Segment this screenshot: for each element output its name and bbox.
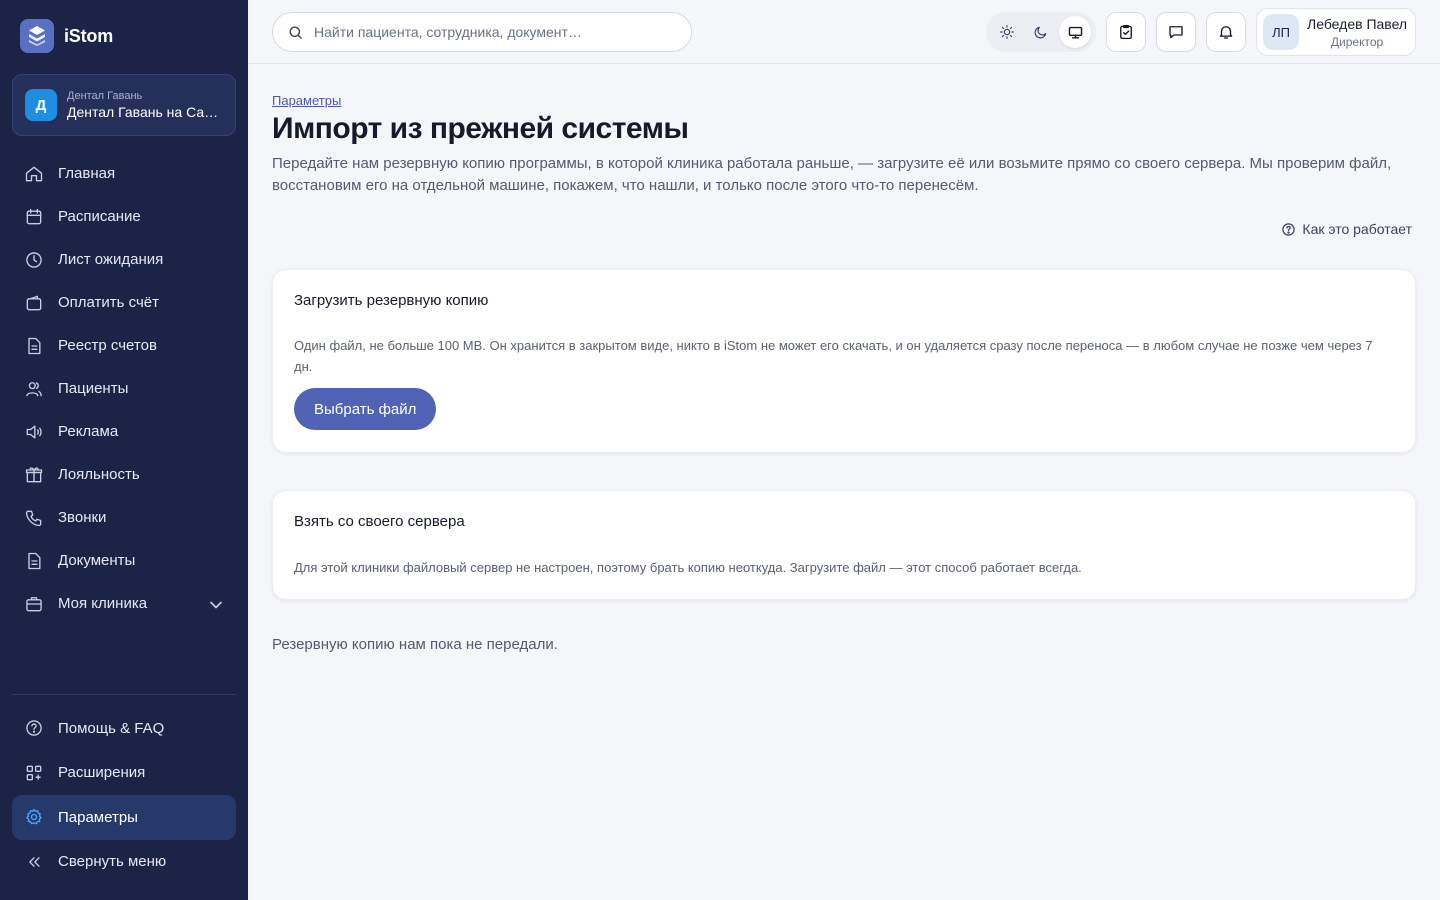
sidebar-bottom-nav: Помощь & FAQ Расширения Параметры Сверну… xyxy=(12,706,236,884)
sidebar-item-label: Свернуть меню xyxy=(58,853,167,871)
sidebar-item-label: Лист ожидания xyxy=(58,251,164,268)
breadcrumb[interactable]: Параметры xyxy=(272,93,341,108)
theme-switcher xyxy=(986,12,1096,52)
logo-icon xyxy=(20,19,54,53)
sidebar-item-help[interactable]: Помощь & FAQ xyxy=(12,706,236,751)
theme-dark-button[interactable] xyxy=(1025,16,1057,48)
monitor-icon xyxy=(1068,26,1082,39)
sidebar-item-label: Помощь & FAQ xyxy=(58,719,165,737)
collapse-icon xyxy=(29,856,40,867)
top-header: ЛП Лебедев Павел Директор xyxy=(248,0,1440,64)
sidebar-item-label: Расширения xyxy=(58,764,146,782)
sidebar-item-label: Расписание xyxy=(58,208,141,225)
sidebar-item-patients[interactable]: Пациенты xyxy=(12,367,236,410)
sidebar-item-label: Пациенты xyxy=(58,380,129,397)
upload-card-title: Загрузить резервную копию xyxy=(294,292,489,309)
page-description: Передайте нам резервную копию программы,… xyxy=(272,155,1392,194)
sidebar-item-label: Звонки xyxy=(58,509,107,526)
server-card-text: Для этой клиники файловый сервер не наст… xyxy=(294,560,1082,575)
sidebar-item-settings[interactable]: Параметры xyxy=(12,795,236,840)
megaphone-icon xyxy=(26,425,42,438)
how-it-works-link[interactable]: Как это работает xyxy=(1281,221,1412,237)
sidebar-item-my-clinic[interactable]: Моя клиника xyxy=(12,582,236,625)
sidebar-nav: Главная Расписание Лист ожидания Оплатит… xyxy=(12,152,236,625)
wallet-icon xyxy=(26,295,42,310)
sidebar-item-label: Параметры xyxy=(58,808,138,826)
sidebar-item-label: Реестр счетов xyxy=(58,337,157,354)
search-icon xyxy=(289,25,302,39)
clock-icon xyxy=(26,251,42,268)
theme-system-button[interactable] xyxy=(1059,16,1091,48)
page-title: Импорт из прежней системы xyxy=(272,112,689,145)
upload-card-text: Один файл, не больше 100 МВ. Он хранится… xyxy=(294,338,1373,374)
clinic-switcher[interactable]: Д Дентал Гавань Дентал Гавань на Садовой xyxy=(12,74,236,136)
app-logo[interactable]: iStom xyxy=(20,19,113,53)
user-name: Лебедев Павел xyxy=(1307,15,1408,32)
sidebar-item-label: Реклама xyxy=(58,423,119,440)
chevron-down-icon xyxy=(210,601,222,609)
upload-backup-card: Загрузить резервную копию Один файл, не … xyxy=(272,269,1416,453)
clipboard-check-icon xyxy=(1120,24,1132,40)
sidebar-item-label: Лояльность xyxy=(58,466,140,483)
sidebar-collapse-button[interactable]: Свернуть меню xyxy=(12,840,236,885)
server-import-card: Взять со своего сервера Для этой клиники… xyxy=(272,490,1416,600)
search-box xyxy=(272,12,692,52)
messages-button[interactable] xyxy=(1156,12,1196,52)
bell-icon xyxy=(1219,26,1233,39)
sidebar-item-label: Оплатить счёт xyxy=(58,294,160,311)
sidebar-item-calls[interactable]: Звонки xyxy=(12,496,236,539)
search-input[interactable] xyxy=(314,24,677,40)
users-icon xyxy=(26,381,42,396)
document-icon xyxy=(28,337,41,354)
help-icon xyxy=(1282,222,1296,236)
app-name: iStom xyxy=(64,25,114,46)
help-icon xyxy=(26,720,42,736)
sidebar-item-label: Главная xyxy=(58,165,116,182)
gear-icon xyxy=(26,809,42,825)
briefcase-icon xyxy=(26,596,42,611)
sidebar-item-waitlist[interactable]: Лист ожидания xyxy=(12,238,236,281)
sidebar-item-advertising[interactable]: Реклама xyxy=(12,410,236,453)
theme-light-button[interactable] xyxy=(991,16,1023,48)
sidebar-item-documents[interactable]: Документы xyxy=(12,539,236,582)
puzzle-icon xyxy=(26,765,42,781)
chat-icon xyxy=(1169,26,1183,39)
clinic-org-name: Дентал Гавань xyxy=(67,90,143,102)
how-it-works-label: Как это работает xyxy=(1302,221,1412,237)
sidebar-item-extensions[interactable]: Расширения xyxy=(12,751,236,796)
gift-icon xyxy=(25,466,43,482)
sidebar-item-label: Документы xyxy=(58,552,136,569)
document-icon xyxy=(28,552,41,569)
sidebar-item-label: Моя клиника xyxy=(58,595,148,612)
user-menu[interactable]: ЛП Лебедев Павел Директор xyxy=(1256,8,1416,56)
server-card-title: Взять со своего сервера xyxy=(294,513,465,530)
sidebar-item-invoice-registry[interactable]: Реестр счетов xyxy=(12,324,236,367)
sidebar: iStom Д Дентал Гавань Дентал Гавань на С… xyxy=(0,0,248,900)
sidebar-item-schedule[interactable]: Расписание xyxy=(12,195,236,238)
tasks-button[interactable] xyxy=(1106,12,1146,52)
clinic-branch-name: Дентал Гавань на Садовой xyxy=(67,104,223,120)
home-icon xyxy=(25,166,43,181)
sidebar-item-loyalty[interactable]: Лояльность xyxy=(12,453,236,496)
phone-icon xyxy=(25,510,42,526)
sidebar-item-pay-invoice[interactable]: Оплатить счёт xyxy=(12,281,236,324)
user-role: Директор xyxy=(1330,34,1384,49)
clinic-avatar: Д xyxy=(25,89,57,121)
notifications-button[interactable] xyxy=(1206,12,1246,52)
sidebar-divider xyxy=(12,694,236,695)
sun-icon xyxy=(1000,25,1014,39)
calendar-icon xyxy=(26,208,42,224)
choose-file-button[interactable]: Выбрать файл xyxy=(294,388,437,430)
import-status-text: Резервную копию нам пока не передали. xyxy=(272,636,558,653)
sidebar-item-home[interactable]: Главная xyxy=(12,152,236,195)
avatar: ЛП xyxy=(1263,14,1299,50)
moon-icon xyxy=(1034,26,1047,39)
